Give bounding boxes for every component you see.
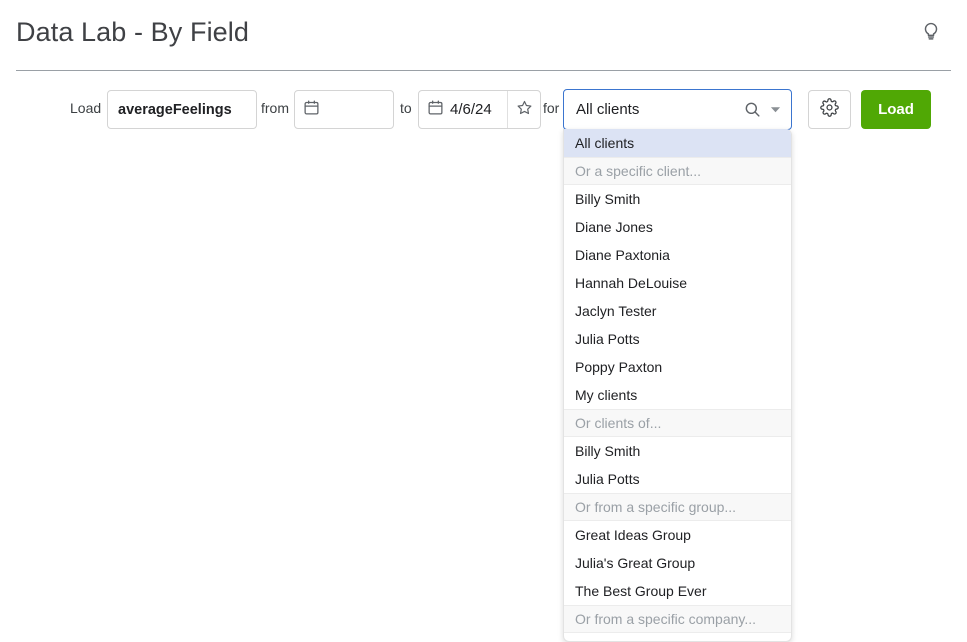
dropdown-option[interactable]: The Best Group Ever — [564, 577, 791, 605]
dataset-input[interactable]: averageFeelings — [107, 90, 257, 129]
search-icon[interactable] — [743, 100, 762, 119]
chevron-down-icon[interactable] — [770, 104, 781, 115]
dropdown-option[interactable]: Billy Smith — [564, 437, 791, 465]
dropdown-option[interactable]: All clients — [564, 129, 791, 157]
to-label: to — [400, 100, 412, 116]
dropdown-option[interactable]: Julia's Great Group — [564, 549, 791, 577]
page-header: Data Lab - By Field — [0, 0, 967, 70]
settings-button[interactable] — [808, 90, 851, 129]
gear-icon — [820, 97, 839, 122]
dropdown-option[interactable]: Julia Potts — [564, 325, 791, 353]
dropdown-option[interactable]: Jaclyn Tester — [564, 297, 791, 325]
client-select-value: All clients — [576, 101, 640, 118]
query-toolbar: Load averageFeelings from to 4/6/24 for … — [0, 88, 967, 132]
dropdown-option[interactable]: Diane Jones — [564, 213, 791, 241]
dropdown-group-header: Or from a specific group... — [564, 493, 791, 521]
header-divider — [16, 70, 951, 71]
to-date-value: 4/6/24 — [450, 101, 492, 118]
dropdown-option[interactable]: Billy Smith — [564, 185, 791, 213]
dropdown-option[interactable]: Poppy Paxton — [564, 353, 791, 381]
dropdown-group-header: Or clients of... — [564, 409, 791, 437]
dataset-value: averageFeelings — [118, 101, 232, 118]
from-label: from — [261, 100, 289, 116]
load-label: Load — [70, 100, 102, 116]
calendar-icon — [427, 99, 444, 120]
dropdown-option[interactable]: Diane Paxtonia — [564, 241, 791, 269]
star-icon — [516, 99, 533, 121]
to-date-group: 4/6/24 — [418, 90, 541, 129]
page-title: Data Lab - By Field — [16, 17, 250, 47]
favorite-button[interactable] — [507, 91, 540, 128]
dropdown-group-header: Or a specific client... — [564, 157, 791, 185]
load-button[interactable]: Load — [861, 90, 931, 129]
tips-button[interactable] — [913, 15, 949, 51]
dropdown-option[interactable]: Hannah DeLouise — [564, 269, 791, 297]
client-select[interactable]: All clients — [563, 89, 792, 130]
client-select-dropdown[interactable]: All clients Or a specific client... Billy … — [563, 129, 792, 642]
for-label: for — [543, 100, 560, 116]
dropdown-group-header: Or from a specific company... — [564, 605, 791, 633]
dropdown-option[interactable]: My clients — [564, 381, 791, 409]
to-date-input[interactable]: 4/6/24 — [419, 91, 507, 128]
dropdown-option[interactable]: Julia Potts — [564, 465, 791, 493]
from-date-input[interactable] — [294, 90, 394, 129]
dropdown-option[interactable]: Great Ideas Group — [564, 521, 791, 549]
calendar-icon — [303, 99, 320, 120]
lightbulb-icon — [920, 20, 942, 47]
